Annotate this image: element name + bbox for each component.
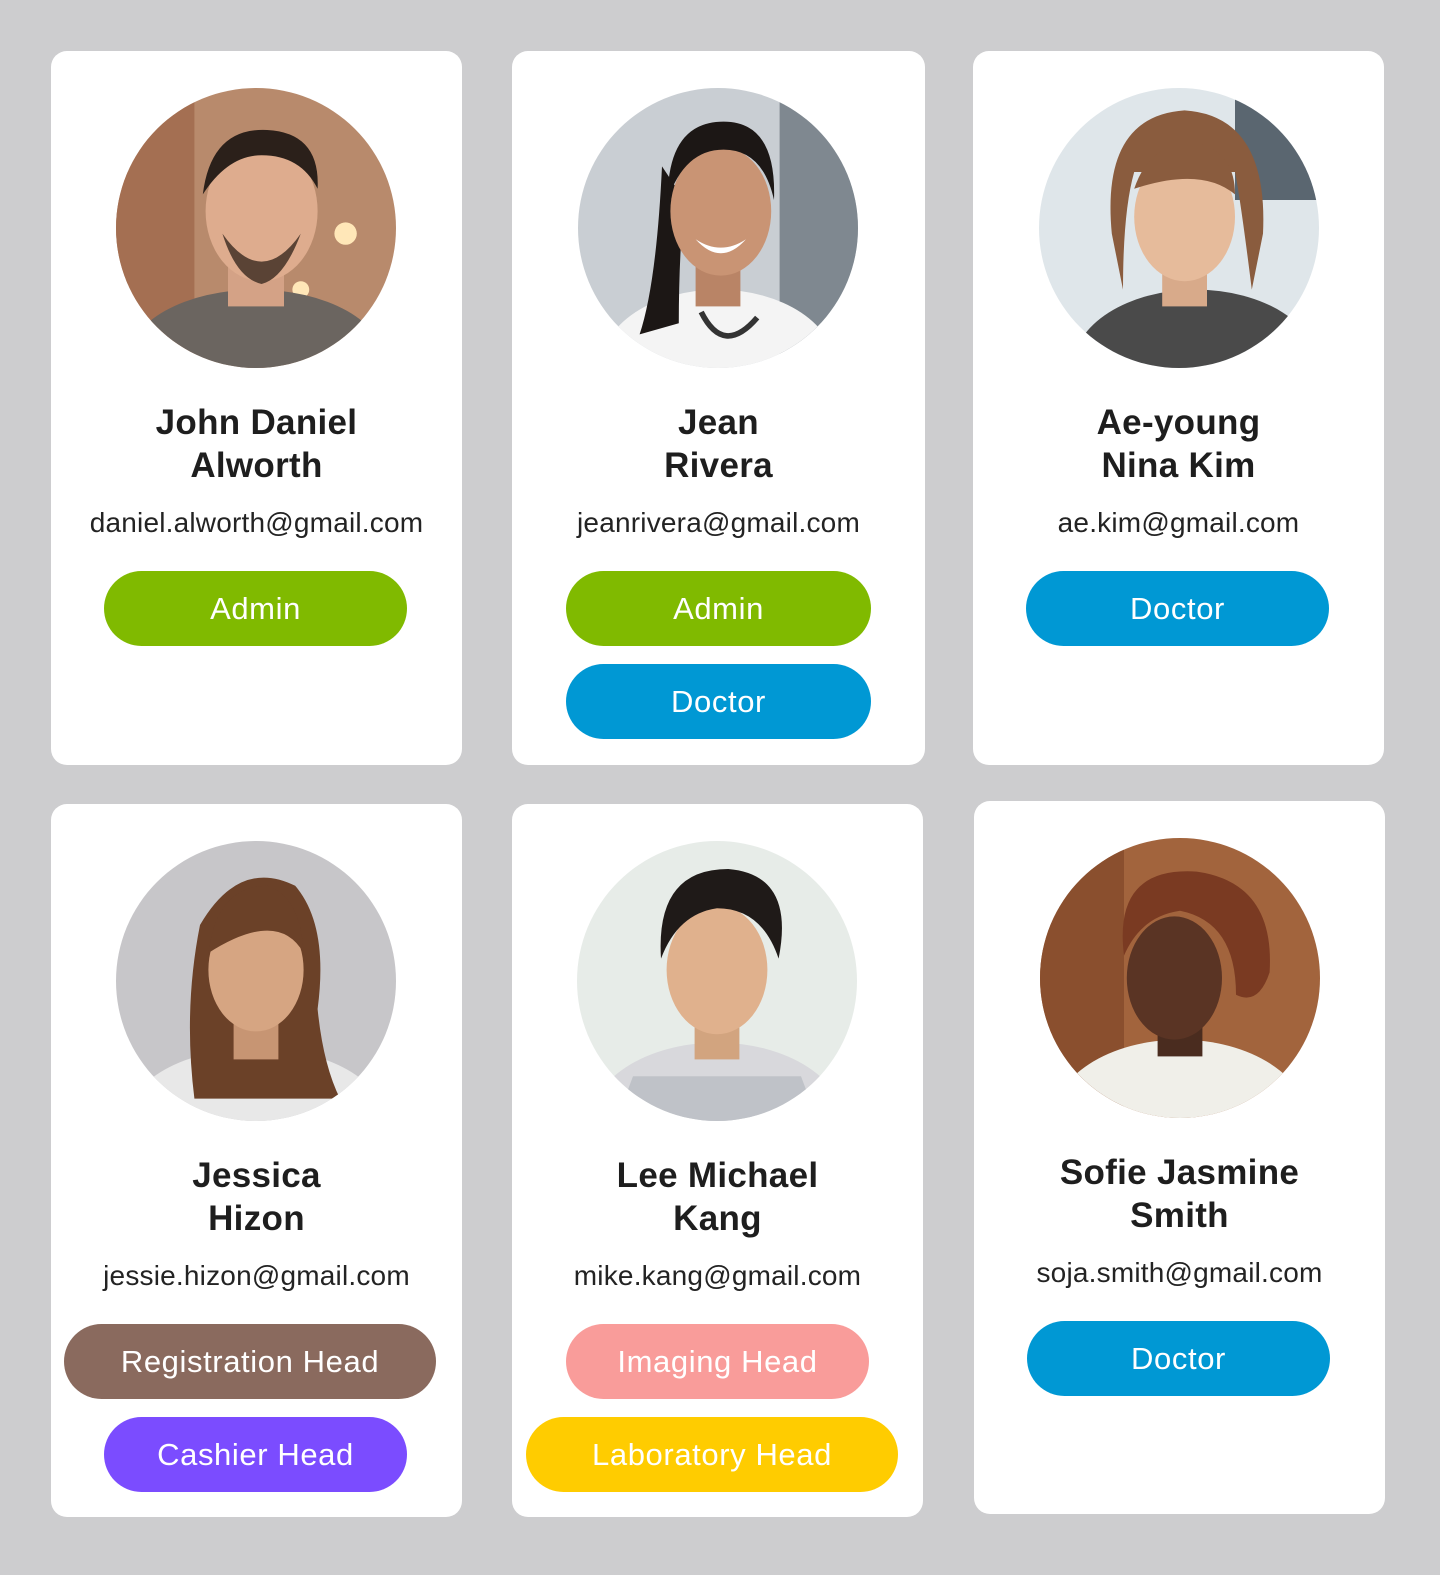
role-badge-doctor[interactable]: Doctor <box>566 664 871 739</box>
user-name-line1: Lee Michael <box>616 1156 819 1195</box>
user-name-line1: Sofie Jasmine <box>1059 1153 1300 1192</box>
user-card[interactable]: Jessica Hizon jessie.hizon@gmail.com Reg… <box>51 804 462 1517</box>
role-badge-cashier-head[interactable]: Cashier Head <box>104 1417 407 1492</box>
user-card[interactable]: Ae-young Nina Kim ae.kim@gmail.com Docto… <box>973 51 1384 765</box>
user-email: jeanrivera@gmail.com <box>577 507 860 538</box>
user-name: Sofie Jasmine Smith <box>994 1151 1365 1237</box>
role-badge-doctor[interactable]: Doctor <box>1026 571 1329 646</box>
role-badge-registration-head[interactable]: Registration Head <box>64 1324 436 1399</box>
user-email: daniel.alworth@gmail.com <box>89 507 424 538</box>
avatar <box>1040 838 1320 1118</box>
user-card[interactable]: Jean Rivera jeanrivera@gmail.com Admin D… <box>512 51 925 765</box>
user-card[interactable]: Sofie Jasmine Smith soja.smith@gmail.com… <box>974 801 1385 1514</box>
avatar <box>116 88 396 368</box>
user-name-line1: Ae-young <box>1096 403 1261 442</box>
user-email: soja.smith@gmail.com <box>1036 1257 1323 1288</box>
user-name-line2: Hizon <box>208 1199 305 1238</box>
avatar <box>1039 88 1319 368</box>
user-name-line1: John Daniel <box>155 403 358 442</box>
user-name: Ae-young Nina Kim <box>993 401 1364 487</box>
user-name-line2: Nina Kim <box>1101 446 1256 485</box>
user-card[interactable]: Lee Michael Kang mike.kang@gmail.com Ima… <box>512 804 923 1517</box>
user-email: mike.kang@gmail.com <box>573 1260 862 1291</box>
user-card[interactable]: John Daniel Alworth daniel.alworth@gmail… <box>51 51 462 765</box>
user-name-line2: Smith <box>1130 1196 1229 1235</box>
user-name-line1: Jean <box>678 403 759 442</box>
user-name: Lee Michael Kang <box>532 1154 903 1240</box>
user-name: Jessica Hizon <box>71 1154 442 1240</box>
user-name-line2: Kang <box>673 1199 762 1238</box>
role-badge-imaging-head[interactable]: Imaging Head <box>566 1324 869 1399</box>
role-badge-admin[interactable]: Admin <box>104 571 407 646</box>
user-email: jessie.hizon@gmail.com <box>103 1260 410 1291</box>
role-badge-doctor[interactable]: Doctor <box>1027 1321 1330 1396</box>
user-name: Jean Rivera <box>532 401 905 487</box>
user-name-line2: Rivera <box>664 446 773 485</box>
avatar <box>578 88 858 368</box>
role-badge-admin[interactable]: Admin <box>566 571 871 646</box>
user-email: ae.kim@gmail.com <box>1057 507 1300 538</box>
user-name-line2: Alworth <box>190 446 323 485</box>
avatar <box>577 841 857 1121</box>
user-name-line1: Jessica <box>192 1156 321 1195</box>
avatar <box>116 841 396 1121</box>
user-name: John Daniel Alworth <box>71 401 442 487</box>
role-badge-laboratory-head[interactable]: Laboratory Head <box>526 1417 898 1492</box>
